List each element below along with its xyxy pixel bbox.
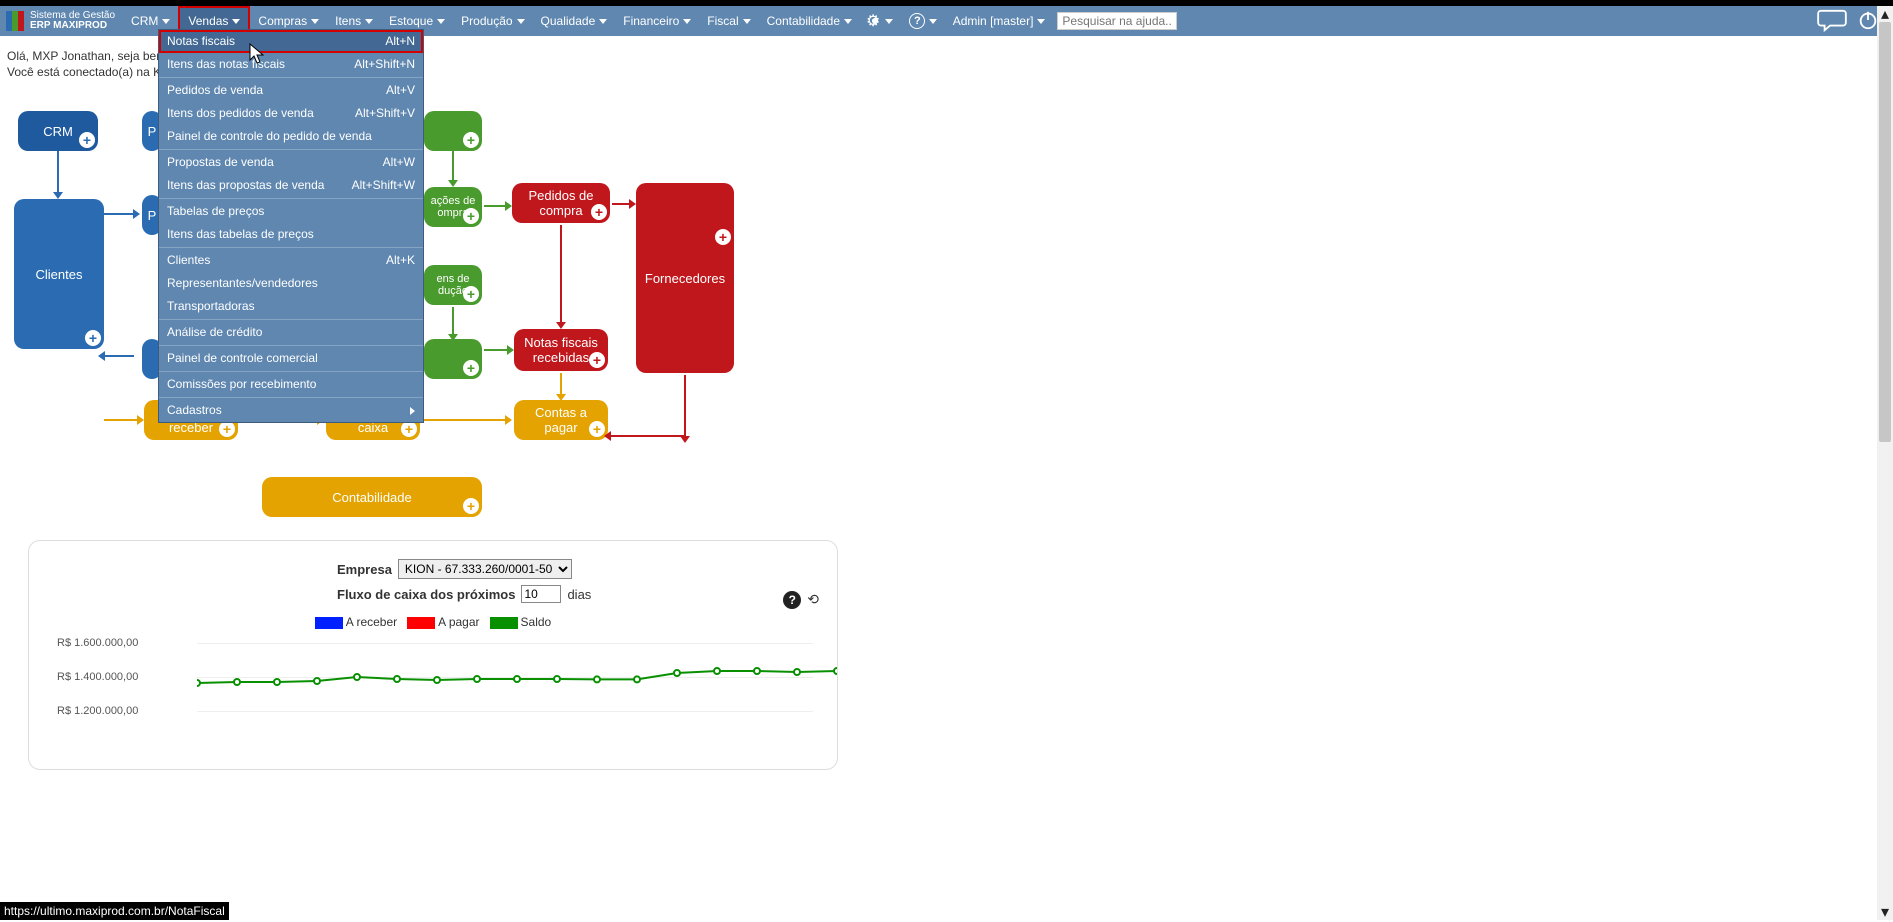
- logo-icon: [6, 11, 26, 31]
- dd-tabelas-precos[interactable]: Tabelas de preços: [159, 200, 423, 223]
- help-icon: ?: [909, 13, 925, 29]
- plus-icon[interactable]: [715, 229, 731, 245]
- dd-propostas[interactable]: Propostas de vendaAlt+W: [159, 151, 423, 174]
- refresh-icon[interactable]: ⟲: [807, 591, 819, 609]
- plus-icon[interactable]: [591, 204, 607, 220]
- gear-icon: [868, 14, 882, 28]
- arrow: [684, 375, 686, 437]
- dd-transportadoras[interactable]: Transportadoras: [159, 295, 423, 318]
- empresa-select[interactable]: KION - 67.333.260/0001-50: [398, 559, 572, 579]
- node-notas-recebidas[interactable]: Notas fiscais recebidas: [514, 329, 608, 371]
- plus-icon[interactable]: [589, 421, 605, 437]
- menu-producao[interactable]: Produção: [453, 6, 532, 36]
- chart-svg: [197, 643, 837, 733]
- arrow: [452, 151, 454, 181]
- dd-itens-notas[interactable]: Itens das notas fiscaisAlt+Shift+N: [159, 53, 423, 76]
- cashflow-chart: R$ 1.600.000,00 R$ 1.400.000,00 R$ 1.200…: [57, 637, 819, 747]
- legend-swatch-blue: [315, 617, 343, 629]
- plus-icon[interactable]: [463, 286, 479, 302]
- empresa-label: Empresa: [337, 562, 392, 577]
- plus-icon[interactable]: [401, 421, 417, 437]
- arrow: [484, 205, 506, 207]
- help-icon[interactable]: ?: [783, 591, 801, 609]
- menu-fiscal[interactable]: Fiscal: [699, 6, 758, 36]
- welcome-text: Olá, MXP Jonathan, seja bem- Você está c…: [7, 48, 170, 80]
- dd-pedidos-venda[interactable]: Pedidos de vendaAlt+V: [159, 79, 423, 102]
- menu-financeiro[interactable]: Financeiro: [615, 6, 699, 36]
- arrow: [104, 419, 138, 421]
- node-clientes[interactable]: Clientes: [14, 199, 104, 349]
- dd-itens-pedidos-venda[interactable]: Itens dos pedidos de vendaAlt+Shift+V: [159, 102, 423, 125]
- power-icon[interactable]: [1857, 9, 1879, 34]
- dd-clientes[interactable]: ClientesAlt+K: [159, 249, 423, 272]
- arrow: [612, 203, 630, 205]
- arrow: [610, 435, 684, 437]
- chart-legend: A receber A pagar Saldo: [47, 615, 819, 629]
- plus-icon[interactable]: [85, 330, 101, 346]
- fluxo-label: Fluxo de caixa dos próximos: [337, 587, 515, 602]
- dd-representantes[interactable]: Representantes/vendedores: [159, 272, 423, 295]
- ytick: R$ 1.200.000,00: [57, 705, 138, 717]
- plus-icon[interactable]: [589, 352, 605, 368]
- menu-qualidade[interactable]: Qualidade: [533, 6, 616, 36]
- dd-painel-comercial[interactable]: Painel de controle comercial: [159, 347, 423, 370]
- node-contas-pagar[interactable]: Contas a pagar: [514, 400, 608, 440]
- chevron-right-icon: [410, 407, 415, 415]
- ytick: R$ 1.400.000,00: [57, 671, 138, 683]
- fluxo-days-input[interactable]: [521, 585, 561, 603]
- node-green-top[interactable]: [424, 111, 482, 151]
- legend-swatch-green: [490, 617, 518, 629]
- help-search-input[interactable]: [1057, 12, 1177, 30]
- dd-notas-fiscais[interactable]: Notas fiscaisAlt+N: [159, 30, 423, 53]
- dd-cadastros[interactable]: Cadastros: [159, 399, 423, 422]
- dd-itens-propostas[interactable]: Itens das propostas de vendaAlt+Shift+W: [159, 174, 423, 197]
- brand-logo: Sistema de GestãoERP MAXIPROD: [6, 11, 115, 31]
- arrow: [484, 349, 508, 351]
- legend-saldo: Saldo: [521, 615, 552, 629]
- plus-icon[interactable]: [463, 132, 479, 148]
- menu-help[interactable]: ?: [901, 6, 944, 36]
- dd-painel-pedido[interactable]: Painel de controle do pedido de venda: [159, 125, 423, 148]
- node-crm[interactable]: CRM: [18, 111, 98, 151]
- plus-icon[interactable]: [463, 498, 479, 514]
- plus-icon[interactable]: [463, 360, 479, 376]
- status-url: https://ultimo.maxiprod.com.br/NotaFisca…: [0, 902, 229, 920]
- node-green-mid[interactable]: [424, 339, 482, 379]
- arrow: [452, 307, 454, 335]
- dd-comissoes[interactable]: Comissões por recebimento: [159, 373, 423, 396]
- scrollbar-v[interactable]: ▴ ▾: [1877, 6, 1893, 920]
- menu-contabilidade[interactable]: Contabilidade: [759, 6, 860, 36]
- dashboard-panel: Empresa KION - 67.333.260/0001-50 Fluxo …: [28, 540, 838, 770]
- brand-text: Sistema de GestãoERP MAXIPROD: [30, 11, 115, 31]
- node-fornecedores[interactable]: Fornecedores: [636, 183, 734, 373]
- legend-receber: A receber: [346, 615, 397, 629]
- fluxo-suffix: dias: [567, 587, 591, 602]
- arrow: [104, 355, 134, 357]
- menu-admin[interactable]: Admin [master]: [945, 6, 1054, 36]
- legend-swatch-red: [407, 617, 435, 629]
- dd-analise-credito[interactable]: Análise de crédito: [159, 321, 423, 344]
- plus-icon[interactable]: [79, 132, 95, 148]
- node-contabilidade[interactable]: Contabilidade: [262, 477, 482, 517]
- arrow: [57, 151, 59, 193]
- ytick: R$ 1.600.000,00: [57, 637, 138, 649]
- node-pedidos-compra[interactable]: Pedidos de compra: [512, 183, 610, 223]
- node-ens-ducao[interactable]: ens de dução: [424, 265, 482, 305]
- menu-settings[interactable]: [860, 6, 901, 36]
- arrow: [104, 213, 134, 215]
- plus-icon[interactable]: [219, 421, 235, 437]
- dd-itens-tabelas-precos[interactable]: Itens das tabelas de preços: [159, 223, 423, 246]
- arrow: [422, 419, 506, 421]
- vendas-dropdown: Notas fiscaisAlt+N Itens das notas fisca…: [158, 29, 424, 423]
- legend-pagar: A pagar: [438, 615, 479, 629]
- arrow: [560, 225, 562, 323]
- arrow: [560, 373, 562, 395]
- chat-icon[interactable]: [1817, 8, 1847, 35]
- node-acoes-compra[interactable]: ações de ompra: [424, 187, 482, 227]
- plus-icon[interactable]: [463, 208, 479, 224]
